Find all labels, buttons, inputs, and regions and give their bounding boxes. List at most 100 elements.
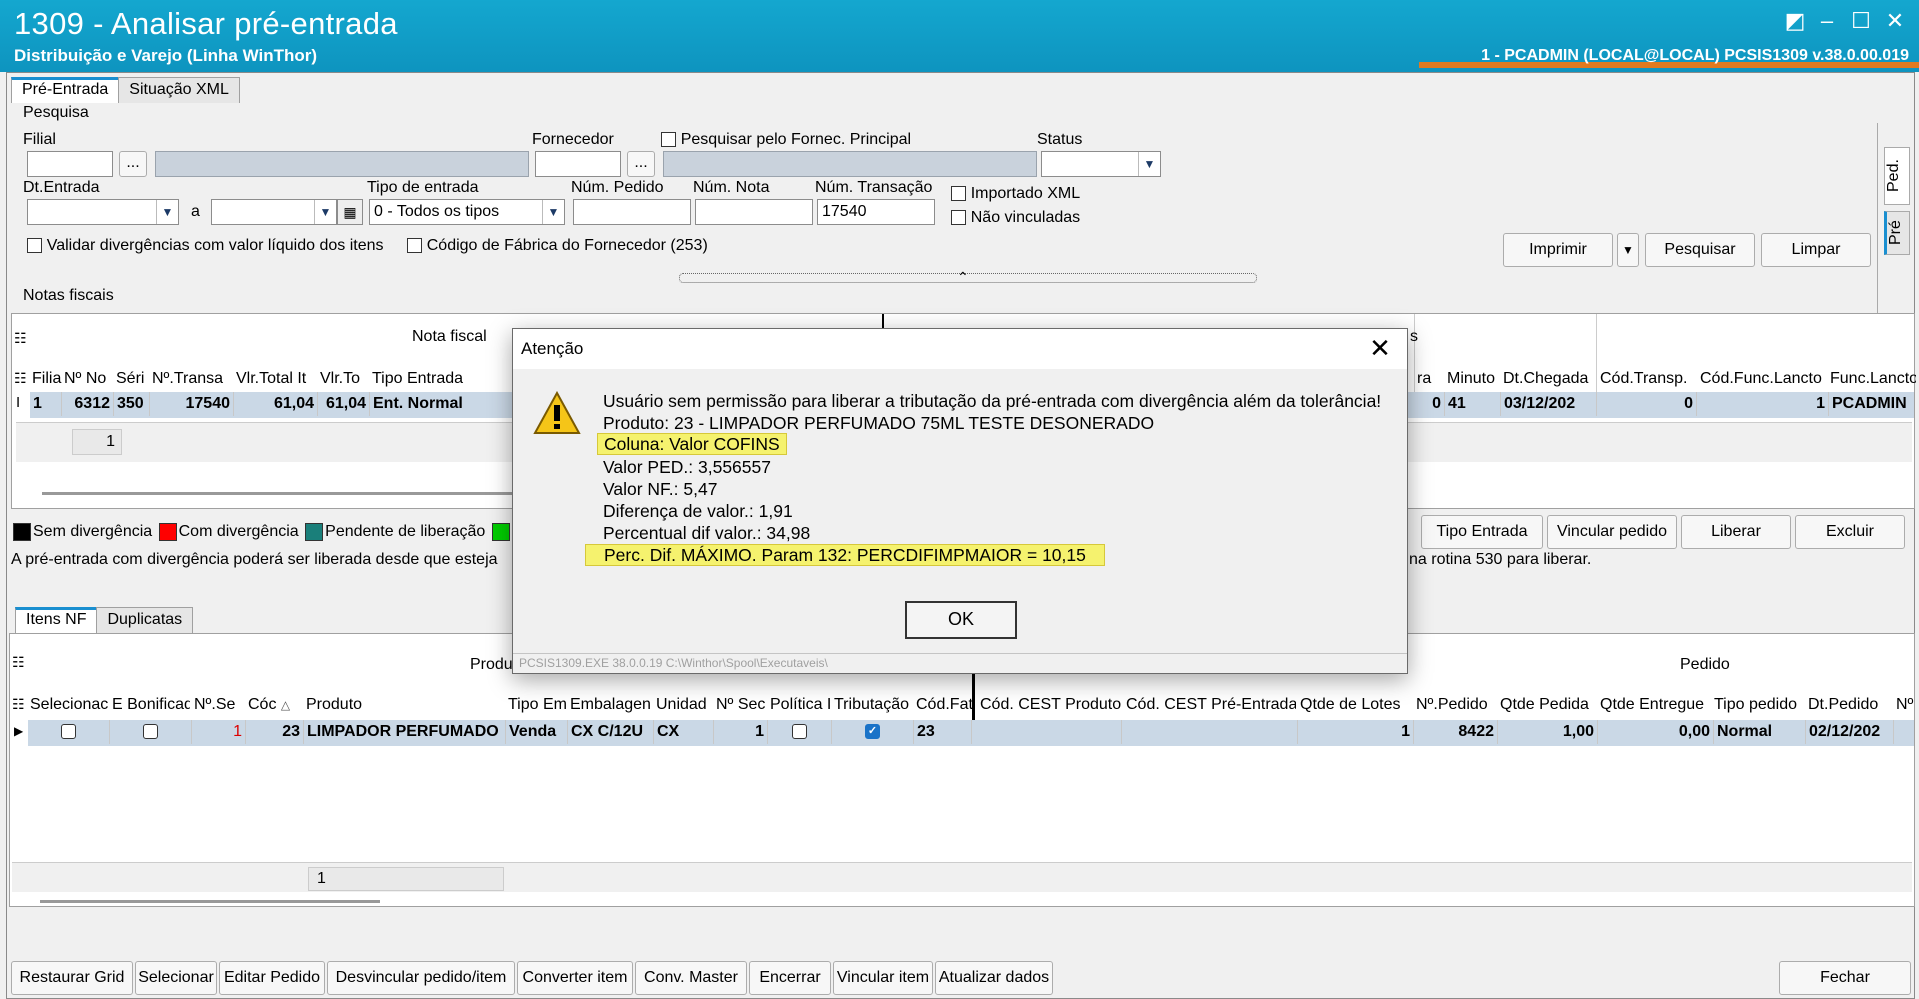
dt-entrada-from[interactable]: ▼	[27, 199, 179, 225]
selecionar-button[interactable]: Selecionar	[135, 961, 217, 995]
col-num-extra[interactable]: Nº	[1896, 696, 1916, 714]
col-embalagem[interactable]: Embalagen	[570, 696, 654, 714]
tributacao-checked-icon[interactable]: ✓	[865, 724, 880, 740]
encerrar-button[interactable]: Encerrar	[749, 961, 831, 995]
col-dt-pedido[interactable]: Dt.Pedido	[1808, 696, 1894, 714]
col-num-transacao[interactable]: Nº.Transa	[152, 370, 234, 388]
status-select[interactable]: ▼	[1041, 151, 1161, 177]
tipo-entrada-button[interactable]: Tipo Entrada	[1421, 515, 1543, 549]
fornecedor-search-button[interactable]: ...	[627, 151, 655, 177]
nao-vinculadas-option[interactable]: Não vinculadas	[951, 207, 1080, 227]
col-qtde-lotes[interactable]: Qtde de Lotes	[1300, 696, 1412, 714]
col-filial[interactable]: Filia	[32, 370, 62, 388]
grid-menu-icon[interactable]: ☷	[14, 370, 27, 387]
desvincular-button[interactable]: Desvincular pedido/item	[327, 961, 515, 995]
col-selecionado[interactable]: Selecionac	[30, 696, 108, 714]
dt-entrada-to[interactable]: ▼	[211, 199, 337, 225]
fornecedor-input[interactable]	[535, 151, 621, 177]
atualizar-dados-button[interactable]: Atualizar dados	[935, 961, 1053, 995]
num-nota-input[interactable]	[695, 199, 813, 225]
fornec-principal-checkbox[interactable]	[661, 132, 676, 148]
num-pedido-input[interactable]	[573, 199, 691, 225]
fechar-button[interactable]: Fechar	[1779, 961, 1911, 995]
col-cod-fab[interactable]: Cód.Fat	[916, 696, 972, 714]
converter-item-button[interactable]: Converter item	[517, 961, 633, 995]
col-cod-func-lancto[interactable]: Cód.Func.Lancto	[1700, 370, 1828, 388]
close-icon[interactable]: ✕	[1880, 10, 1910, 34]
fornec-principal-option[interactable]: Pesquisar pelo Fornec. Principal	[661, 129, 911, 149]
col-produto[interactable]: Produto	[306, 696, 506, 714]
tab-pre-entrada[interactable]: Pré-Entrada	[11, 77, 120, 103]
table-row[interactable]: 1 23 LIMPADOR PERFUMADO Venda CX C/12U C…	[28, 720, 1914, 746]
col-politica[interactable]: Política I	[770, 696, 832, 714]
col-func-lancto[interactable]: Func.Lancto	[1830, 370, 1916, 388]
liberar-button[interactable]: Liberar	[1681, 515, 1791, 549]
maximize-icon[interactable]: ☐	[1846, 10, 1876, 34]
validar-option[interactable]: Validar divergências com valor líquido d…	[27, 235, 384, 255]
tipo-entrada-select[interactable]: 0 - Todos os tipos ▼	[369, 199, 565, 225]
chevron-down-icon[interactable]: ▼	[314, 200, 336, 224]
col-qtde-entregue[interactable]: Qtde Entregue	[1600, 696, 1712, 714]
tab-duplicatas[interactable]: Duplicatas	[96, 607, 194, 633]
imprimir-dropdown-icon[interactable]: ▼	[1617, 233, 1639, 267]
imprimir-button[interactable]: Imprimir	[1503, 233, 1613, 267]
bonificado-checkbox[interactable]	[143, 724, 158, 740]
excluir-button[interactable]: Excluir	[1795, 515, 1905, 549]
nao-vinculadas-checkbox[interactable]	[951, 210, 966, 226]
filial-input[interactable]	[27, 151, 113, 177]
collapse-arrow-icon[interactable]: ⌃	[957, 269, 969, 286]
importado-xml-option[interactable]: Importado XML	[951, 183, 1080, 203]
col-vlr-total[interactable]: Vlr.To	[320, 370, 370, 388]
cod-fabrica-checkbox[interactable]	[407, 238, 422, 254]
minimize-icon[interactable]: –	[1812, 10, 1842, 34]
filial-search-button[interactable]: ...	[119, 151, 147, 177]
col-num-pedido[interactable]: Nº.Pedido	[1416, 696, 1496, 714]
editar-pedido-button[interactable]: Editar Pedido	[219, 961, 325, 995]
vincular-item-button[interactable]: Vincular item	[833, 961, 933, 995]
pesquisar-button[interactable]: Pesquisar	[1645, 233, 1755, 267]
limpar-button[interactable]: Limpar	[1761, 233, 1871, 267]
restore-layout-icon[interactable]: ◩	[1780, 10, 1810, 34]
cod-fabrica-option[interactable]: Código de Fábrica do Fornecedor (253)	[407, 235, 708, 255]
col-serie[interactable]: Séri	[116, 370, 150, 388]
col-bonificado[interactable]: E Bonificad	[112, 696, 190, 714]
col-num-seq2[interactable]: Nº Sec	[716, 696, 768, 714]
itens-scrollbar[interactable]	[40, 900, 380, 903]
calendar-icon[interactable]: ▦	[337, 199, 363, 225]
grid-menu-icon[interactable]: ☷	[14, 330, 27, 347]
chevron-down-icon[interactable]: ▼	[1138, 152, 1160, 176]
col-vlr-total-itens[interactable]: Vlr.Total It	[236, 370, 318, 388]
grid-menu-icon[interactable]: ☷	[12, 654, 25, 671]
col-cest-pre-entrada[interactable]: Cód. CEST Pré-Entrada	[1126, 696, 1296, 714]
num-transacao-input[interactable]: 17540	[817, 199, 935, 225]
col-dt-chegada[interactable]: Dt.Chegada	[1503, 370, 1595, 388]
col-cod[interactable]: Cóc △	[248, 696, 296, 714]
side-tab-ped[interactable]: Ped.	[1884, 147, 1910, 205]
col-cod-transp[interactable]: Cód.Transp.	[1600, 370, 1696, 388]
col-tipo-entrada[interactable]: Tipo Entrada	[372, 370, 522, 388]
notas-scrollbar[interactable]	[42, 492, 532, 495]
close-icon[interactable]: ✕	[1365, 333, 1395, 363]
politica-checkbox[interactable]	[792, 724, 807, 740]
tab-situacao-xml[interactable]: Situação XML	[118, 77, 240, 103]
col-hora[interactable]: ra	[1417, 370, 1445, 388]
restaurar-grid-button[interactable]: Restaurar Grid	[11, 961, 133, 995]
col-unidade[interactable]: Unidad	[656, 696, 714, 714]
tab-itens-nf[interactable]: Itens NF	[15, 607, 98, 633]
importado-xml-checkbox[interactable]	[951, 186, 966, 202]
col-tipo-embalagem[interactable]: Tipo Em	[508, 696, 568, 714]
vincular-pedido-button[interactable]: Vincular pedido	[1547, 515, 1677, 549]
ok-button[interactable]: OK	[905, 601, 1017, 639]
selecionado-checkbox[interactable]	[61, 724, 76, 740]
col-qtde-pedida[interactable]: Qtde Pedida	[1500, 696, 1598, 714]
conv-master-button[interactable]: Conv. Master	[635, 961, 747, 995]
side-tab-pre[interactable]: Pré	[1884, 211, 1910, 255]
validar-checkbox[interactable]	[27, 238, 42, 254]
col-num-nota[interactable]: Nº No	[64, 370, 114, 388]
col-tipo-pedido[interactable]: Tipo pedido	[1714, 696, 1806, 714]
grid-menu-icon[interactable]: ☷	[12, 696, 25, 713]
chevron-down-icon[interactable]: ▼	[542, 200, 564, 224]
col-minuto[interactable]: Minuto	[1447, 370, 1501, 388]
col-cest-produto[interactable]: Cód. CEST Produto	[980, 696, 1124, 714]
chevron-down-icon[interactable]: ▼	[156, 200, 178, 224]
